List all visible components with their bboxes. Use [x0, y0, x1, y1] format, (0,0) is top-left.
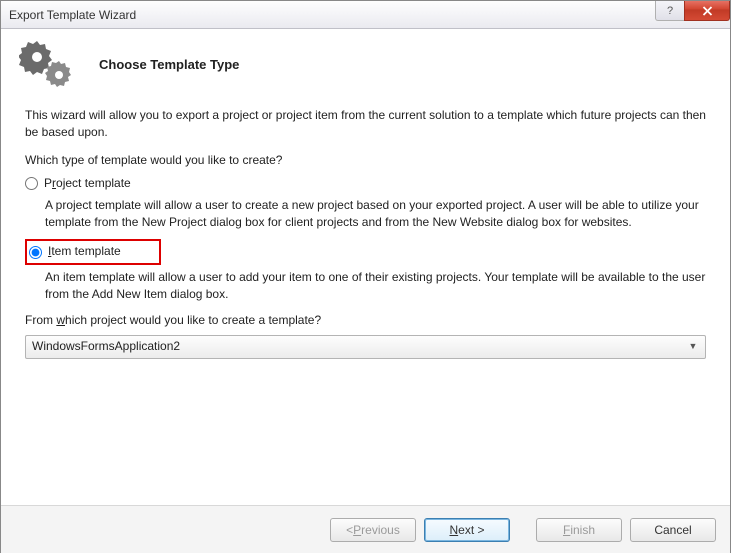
project-template-radio[interactable]: Project template	[25, 175, 706, 192]
gears-icon	[19, 39, 79, 89]
window-controls: ?	[656, 1, 730, 23]
finish-button[interactable]: Finish	[536, 518, 622, 542]
project-template-radio-input[interactable]	[25, 177, 38, 190]
help-button[interactable]: ?	[655, 1, 685, 21]
item-template-label: Item template	[48, 243, 121, 260]
close-button[interactable]	[684, 1, 730, 21]
template-type-question: Which type of template would you like to…	[25, 152, 706, 169]
project-select-value: WindowsFormsApplication2	[32, 338, 180, 355]
item-template-description: An item template will allow a user to ad…	[45, 269, 706, 304]
titlebar: Export Template Wizard ?	[1, 1, 730, 29]
window-title: Export Template Wizard	[9, 8, 136, 22]
page-title: Choose Template Type	[99, 57, 239, 72]
item-template-highlight: Item template	[25, 239, 161, 264]
source-project-question: From which project would you like to cre…	[25, 312, 706, 329]
chevron-down-icon: ▼	[685, 339, 701, 355]
item-template-radio[interactable]: Item template	[29, 243, 121, 260]
close-icon	[702, 6, 713, 16]
help-icon: ?	[667, 5, 673, 17]
item-template-radio-input[interactable]	[29, 246, 42, 259]
content-area: This wizard will allow you to export a p…	[1, 107, 730, 359]
cancel-button[interactable]: Cancel	[630, 518, 716, 542]
project-select[interactable]: WindowsFormsApplication2 ▼	[25, 335, 706, 359]
intro-text: This wizard will allow you to export a p…	[25, 107, 706, 142]
project-template-label: Project template	[44, 175, 131, 192]
wizard-header: Choose Template Type	[1, 29, 730, 107]
project-select-wrap: WindowsFormsApplication2 ▼	[25, 335, 706, 359]
previous-button[interactable]: < Previous	[330, 518, 416, 542]
project-template-description: A project template will allow a user to …	[45, 197, 706, 232]
button-bar: < Previous Next > Finish Cancel	[1, 505, 730, 553]
next-button[interactable]: Next >	[424, 518, 510, 542]
